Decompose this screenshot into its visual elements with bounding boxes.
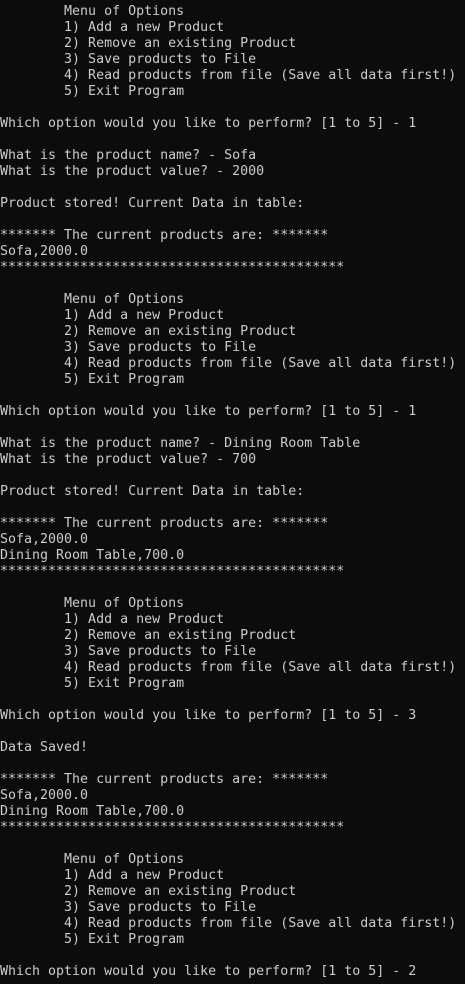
console-line: 2) Remove an existing Product [0,324,297,339]
console-line: 4) Read products from file (Save all dat… [0,68,457,83]
console-line: ****************************************… [0,820,345,835]
console-line: Menu of Options [0,292,185,307]
console-line: Menu of Options [0,596,185,611]
console-line: 4) Read products from file (Save all dat… [0,356,457,371]
console-line: 3) Save products to File [0,52,257,67]
console-line: 1) Add a new Product [0,308,225,323]
console-line: ****************************************… [0,564,345,579]
console-line: 5) Exit Program [0,932,185,947]
console-line: 1) Add a new Product [0,612,225,627]
console-line: What is the product name? - Dining Room … [0,436,361,451]
console-line: 2) Remove an existing Product [0,628,297,643]
console-line: Dining Room Table,700.0 [0,804,185,819]
console-line: Product stored! Current Data in table: [0,196,305,211]
console-line: What is the product value? - 700 [0,452,257,467]
console-line: Menu of Options [0,852,185,867]
console-line: ******* The current products are: ******… [0,772,329,787]
console-line: 5) Exit Program [0,372,185,387]
console-line: ******* The current products are: ******… [0,516,329,531]
console-line: Product stored! Current Data in table: [0,484,305,499]
console-line: ******* The current products are: ******… [0,228,329,243]
console-line: 1) Add a new Product [0,868,225,883]
console-line: Which option would you like to perform? … [0,404,417,419]
console-line: Menu of Options [0,4,185,19]
console-line: Data Saved! [0,740,89,755]
console-line: Which option would you like to perform? … [0,964,417,979]
console-line: 3) Save products to File [0,340,257,355]
console-line: Sofa,2000.0 [0,244,89,259]
console-line: Dining Room Table,700.0 [0,548,185,563]
console-line: 4) Read products from file (Save all dat… [0,916,457,931]
console-line: 3) Save products to File [0,644,257,659]
console-line: 5) Exit Program [0,676,185,691]
console-line: What is the product value? - 2000 [0,164,265,179]
console-line: 2) Remove an existing Product [0,884,297,899]
console-line: 3) Save products to File [0,900,257,915]
console-output[interactable]: Menu of Options 1) Add a new Product 2) … [0,0,465,984]
console-line: Which option would you like to perform? … [0,116,417,131]
console-line: Which option would you like to perform? … [0,708,417,723]
console-line: 4) Read products from file (Save all dat… [0,660,457,675]
console-line: Sofa,2000.0 [0,532,89,547]
console-line: 1) Add a new Product [0,20,225,35]
console-line: ****************************************… [0,260,345,275]
console-line: 5) Exit Program [0,84,185,99]
console-line: 2) Remove an existing Product [0,36,297,51]
console-line: What is the product name? - Sofa [0,148,257,163]
console-line: Sofa,2000.0 [0,788,89,803]
